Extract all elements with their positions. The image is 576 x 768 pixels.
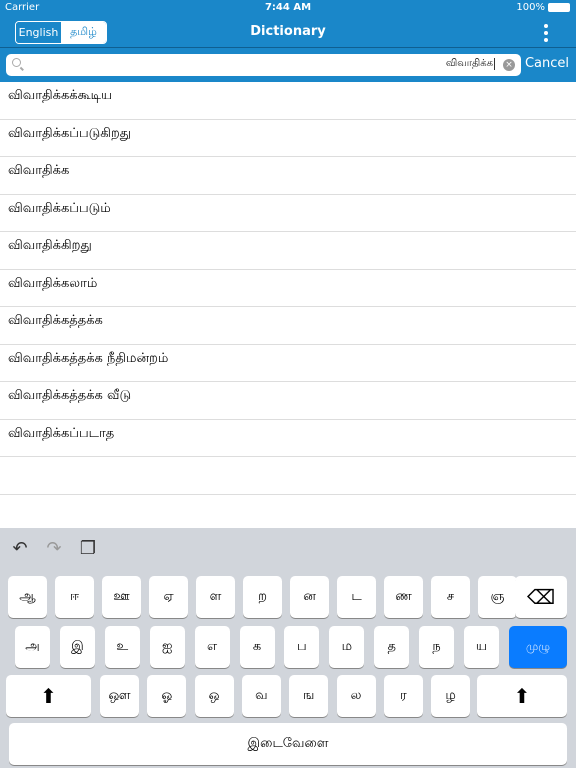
list-item[interactable]: விவாதிக்கிறது: [0, 232, 576, 270]
redo-icon[interactable]: ↷: [44, 538, 64, 570]
cancel-button[interactable]: Cancel: [525, 56, 569, 71]
key[interactable]: ஓ: [147, 675, 187, 717]
key[interactable]: ட: [337, 576, 376, 618]
key[interactable]: ப: [284, 626, 320, 668]
key[interactable]: ய: [464, 626, 499, 668]
key[interactable]: த: [374, 626, 410, 668]
backspace-key[interactable]: ⌫: [515, 576, 567, 618]
key[interactable]: ழ: [431, 675, 471, 717]
battery-percent: 100%: [516, 2, 545, 13]
key[interactable]: ர: [383, 675, 423, 717]
status-bar: Carrier 7:44 AM 100%: [0, 0, 576, 16]
key[interactable]: ஈ: [55, 576, 94, 618]
battery-icon: [548, 3, 570, 12]
key[interactable]: க: [239, 626, 275, 668]
search-value: விவாதிக்க: [445, 58, 495, 70]
keyboard: ↶ ↷ ❐ ஆ ஈ ஊ ஏ ள ற ன ட ண ச ஞ ⌫ அ இ உ ஐ எ க ப ம த ந ய முழு ⬆ ஔ ஓ ஒ வ ங ல…: [0, 528, 576, 768]
key[interactable]: ஐ: [149, 626, 185, 668]
key[interactable]: ங: [289, 675, 329, 717]
key[interactable]: உ: [104, 626, 140, 668]
list-item[interactable]: விவாதிக்கலாம்: [0, 270, 576, 307]
key[interactable]: வ: [241, 675, 281, 717]
key[interactable]: ஏ: [149, 576, 188, 618]
key[interactable]: ள: [196, 576, 235, 618]
key[interactable]: ண: [384, 576, 423, 618]
undo-icon[interactable]: ↶: [10, 538, 30, 570]
shift-key-left[interactable]: ⬆: [6, 675, 91, 717]
empty-row: [0, 495, 576, 532]
page-title: Dictionary: [250, 24, 326, 39]
header: Carrier 7:44 AM 100% English தமிழ் Dicti…: [0, 0, 576, 82]
key[interactable]: எ: [194, 626, 230, 668]
paste-icon[interactable]: ❐: [78, 538, 98, 570]
search-input[interactable]: விவாதிக்க ×: [6, 54, 521, 76]
list-item[interactable]: விவாதிக்கப்படுகிறது: [0, 120, 576, 157]
keyboard-toolbar: ↶ ↷ ❐: [0, 528, 576, 570]
key[interactable]: ஊ: [102, 576, 141, 618]
key[interactable]: அ: [15, 626, 50, 668]
key[interactable]: ஆ: [8, 576, 47, 618]
key[interactable]: ஒ: [194, 675, 234, 717]
search-bar: விவாதிக்க × Cancel: [0, 48, 576, 82]
more-menu-icon[interactable]: [544, 24, 548, 42]
list-item[interactable]: விவாதிக்கக்கூடிய: [0, 82, 576, 120]
search-icon: [12, 58, 21, 67]
list-item[interactable]: விவாதிக்கத்தக்க: [0, 307, 576, 345]
shift-key-right[interactable]: ⬆: [477, 675, 567, 717]
key[interactable]: ந: [419, 626, 455, 668]
key[interactable]: ம: [329, 626, 365, 668]
clock: 7:44 AM: [264, 2, 312, 13]
key[interactable]: இ: [59, 626, 95, 668]
list-item[interactable]: விவாதிக்க: [0, 157, 576, 195]
key[interactable]: ல: [336, 675, 376, 717]
key[interactable]: ன: [290, 576, 329, 618]
key[interactable]: ச: [431, 576, 470, 618]
nav-bar: English தமிழ் Dictionary: [0, 16, 576, 48]
clear-search-icon[interactable]: ×: [503, 59, 515, 71]
list-item[interactable]: விவாதிக்கத்தக்க வீடு: [0, 382, 576, 420]
return-key[interactable]: முழு: [509, 626, 567, 668]
list-item[interactable]: விவாதிக்கத்தக்க நீதிமன்றம்: [0, 345, 576, 382]
key[interactable]: ஔ: [100, 675, 139, 717]
results-list: விவாதிக்கக்கூடிய விவாதிக்கப்படுகிறது விவ…: [0, 82, 576, 532]
space-key[interactable]: இடைவேளை: [9, 723, 567, 765]
empty-row: [0, 457, 576, 495]
key[interactable]: ற: [243, 576, 282, 618]
list-item[interactable]: விவாதிக்கப்படும்: [0, 195, 576, 232]
list-item[interactable]: விவாதிக்கப்படாத: [0, 420, 576, 457]
key[interactable]: ஞ: [478, 576, 517, 618]
